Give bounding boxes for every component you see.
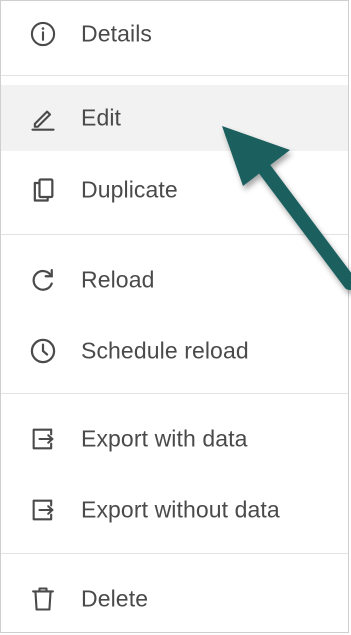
menu-item-label: Export with data [81, 425, 248, 452]
menu-item-export-with-data[interactable]: Export with data [1, 406, 348, 472]
context-menu: Details Edit Duplicate Reload Schedule r… [0, 0, 349, 633]
divider [1, 234, 348, 235]
trash-icon [27, 583, 59, 615]
menu-item-label: Reload [81, 266, 155, 293]
menu-item-export-without-data[interactable]: Export without data [1, 477, 348, 543]
export-icon [27, 423, 59, 455]
menu-item-label: Delete [81, 585, 149, 612]
menu-item-label: Edit [81, 104, 122, 131]
export-icon [27, 494, 59, 526]
pencil-icon [27, 102, 59, 134]
menu-item-edit[interactable]: Edit [1, 85, 348, 151]
menu-item-schedule-reload[interactable]: Schedule reload [1, 318, 348, 384]
menu-item-label: Duplicate [81, 176, 178, 203]
menu-item-duplicate[interactable]: Duplicate [1, 157, 348, 223]
menu-item-label: Schedule reload [81, 337, 249, 364]
divider [1, 75, 348, 76]
duplicate-icon [27, 174, 59, 206]
menu-item-details[interactable]: Details [1, 1, 348, 67]
menu-item-label: Details [81, 20, 153, 47]
menu-item-reload[interactable]: Reload [1, 247, 348, 313]
divider [1, 393, 348, 394]
clock-icon [27, 335, 59, 367]
menu-item-delete[interactable]: Delete [1, 566, 348, 632]
info-icon [27, 18, 59, 50]
reload-icon [27, 264, 59, 296]
menu-item-label: Export without data [81, 496, 280, 523]
divider [1, 553, 348, 554]
